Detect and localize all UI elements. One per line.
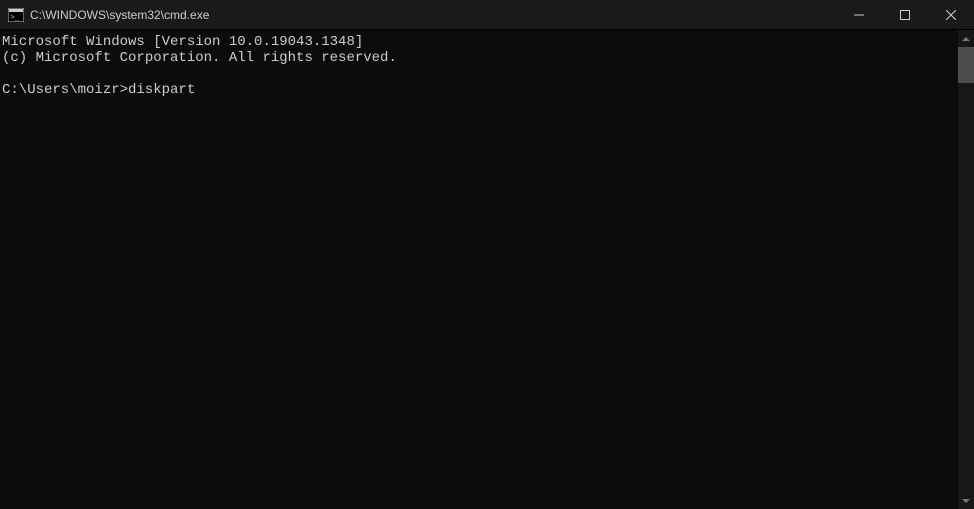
vertical-scrollbar[interactable] — [958, 30, 974, 509]
terminal-line: Microsoft Windows [Version 10.0.19043.13… — [2, 34, 363, 50]
titlebar[interactable]: >_ C:\WINDOWS\system32\cmd.exe — [0, 0, 974, 30]
close-button[interactable] — [928, 0, 974, 29]
terminal-line: (c) Microsoft Corporation. All rights re… — [2, 50, 397, 66]
window-controls — [836, 0, 974, 29]
maximize-button[interactable] — [882, 0, 928, 29]
terminal-line: C:\Users\moizr>diskpart — [2, 82, 195, 98]
scroll-up-arrow-icon[interactable] — [958, 30, 974, 47]
scroll-down-arrow-icon[interactable] — [958, 492, 974, 509]
window-title: C:\WINDOWS\system32\cmd.exe — [30, 8, 836, 22]
terminal-container: Microsoft Windows [Version 10.0.19043.13… — [0, 30, 974, 509]
terminal-output[interactable]: Microsoft Windows [Version 10.0.19043.13… — [0, 30, 958, 509]
svg-text:>_: >_ — [11, 13, 20, 21]
minimize-button[interactable] — [836, 0, 882, 29]
scroll-thumb[interactable] — [958, 47, 974, 83]
cmd-icon: >_ — [8, 8, 24, 22]
